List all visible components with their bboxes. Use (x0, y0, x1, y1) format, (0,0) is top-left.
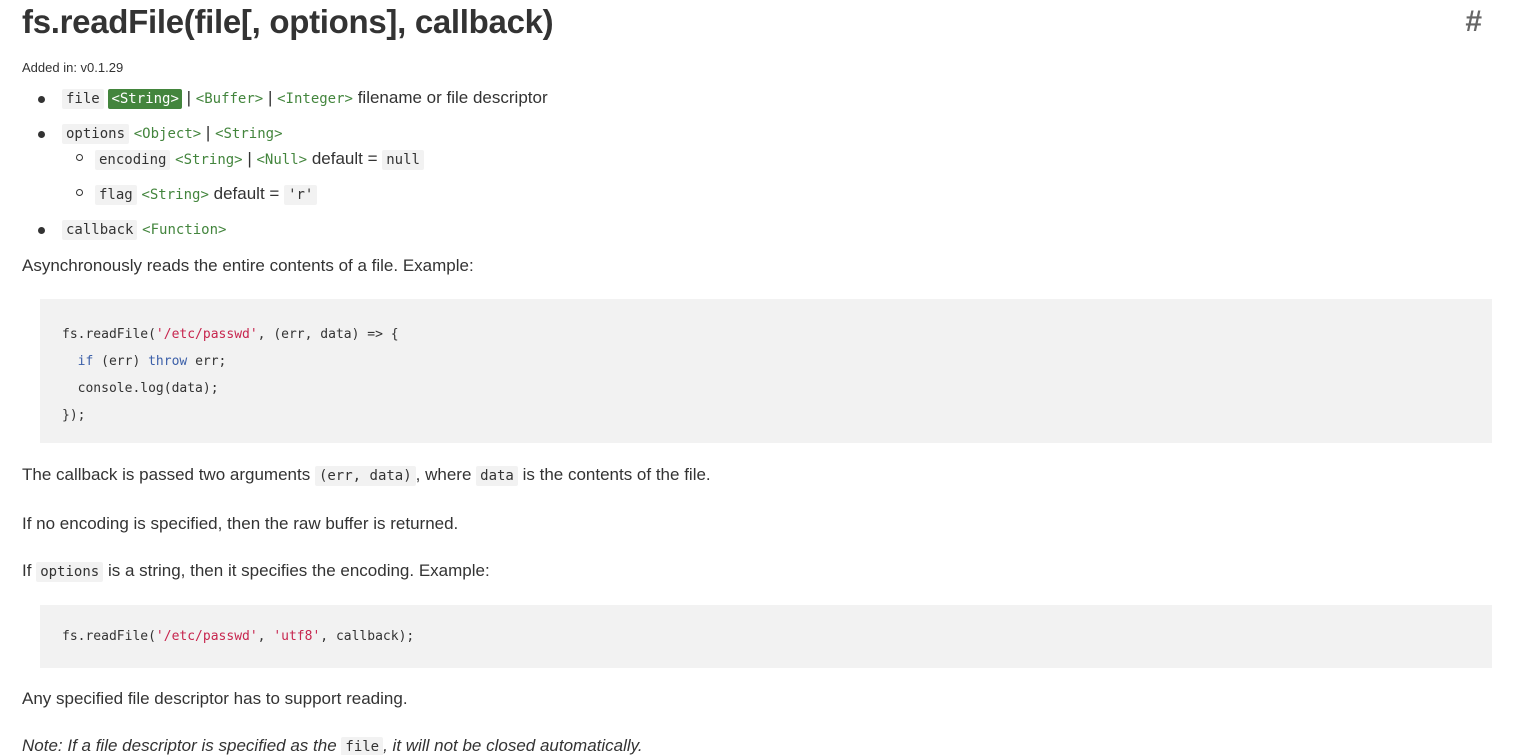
param-encoding: encoding <String> | <Null> default = nul… (62, 147, 1492, 172)
note-paragraph: Note: If a file descriptor is specified … (22, 736, 643, 755)
code-line: if (err) throw err; (77, 354, 227, 369)
param-options: options <Object> | <String> encoding <St… (22, 121, 1492, 207)
default-value: null (382, 150, 424, 170)
code-example-2: fs.readFile('/etc/passwd', 'utf8', callb… (40, 605, 1492, 668)
param-name-encoding: encoding (95, 150, 171, 170)
default-value: 'r' (284, 185, 318, 205)
param-name-options: options (62, 124, 130, 144)
type-link-null[interactable]: <Null> (257, 152, 308, 168)
doc-page: fs.readFile(file[, options], callback) #… (0, 0, 1516, 755)
code-line: }); (62, 408, 86, 423)
code-line: fs.readFile('/etc/passwd', (err, data) =… (62, 327, 399, 342)
param-name-callback: callback (62, 220, 138, 240)
code-line: console.log(data); (77, 381, 219, 396)
title-row: fs.readFile(file[, options], callback) # (22, 0, 1492, 44)
inline-code: file (341, 737, 384, 755)
options-string-paragraph: If options is a string, then it specifie… (22, 561, 490, 582)
type-link-buffer[interactable]: <Buffer> (196, 91, 263, 107)
type-link-string[interactable]: <String> (108, 89, 182, 109)
param-name-file: file (62, 89, 104, 109)
inline-code: (err, data) (314, 466, 416, 486)
default-label: default = (213, 184, 280, 203)
parameter-list: file <String> | <Buffer> | <Integer> fil… (22, 86, 1492, 242)
type-link-string[interactable]: <String> (215, 126, 282, 142)
inline-code: options (36, 562, 104, 582)
section-anchor-link[interactable]: # (1465, 2, 1482, 42)
param-callback: callback <Function> (22, 217, 1492, 242)
options-sub-list: encoding <String> | <Null> default = nul… (62, 147, 1492, 207)
type-link-function[interactable]: <Function> (142, 222, 226, 238)
type-link-object[interactable]: <Object> (134, 126, 201, 142)
param-file: file <String> | <Buffer> | <Integer> fil… (22, 86, 1492, 111)
type-separator: | (186, 88, 192, 107)
code-line: fs.readFile('/etc/passwd', 'utf8', callb… (62, 629, 415, 644)
encoding-paragraph: If no encoding is specified, then the ra… (22, 514, 459, 533)
page-title: fs.readFile(file[, options], callback) (22, 3, 554, 40)
type-link-string[interactable]: <String> (175, 152, 242, 168)
param-flag: flag <String> default = 'r' (62, 182, 1492, 207)
type-link-integer[interactable]: <Integer> (277, 91, 353, 107)
code-example-1: fs.readFile('/etc/passwd', (err, data) =… (40, 299, 1492, 443)
type-link-string[interactable]: <String> (141, 187, 208, 203)
param-name-flag: flag (95, 185, 137, 205)
type-separator: | (205, 123, 211, 142)
description-paragraph: Asynchronously reads the entire contents… (22, 256, 474, 275)
callback-args-paragraph: The callback is passed two arguments (er… (22, 465, 711, 486)
type-separator: | (267, 88, 273, 107)
inline-code: data (476, 466, 518, 486)
type-separator: | (247, 149, 252, 168)
added-in-version: Added in: v0.1.29 (22, 60, 124, 75)
file-descriptor-paragraph: Any specified file descriptor has to sup… (22, 689, 408, 708)
param-description: filename or file descriptor (357, 88, 548, 107)
default-label: default = (311, 149, 378, 168)
